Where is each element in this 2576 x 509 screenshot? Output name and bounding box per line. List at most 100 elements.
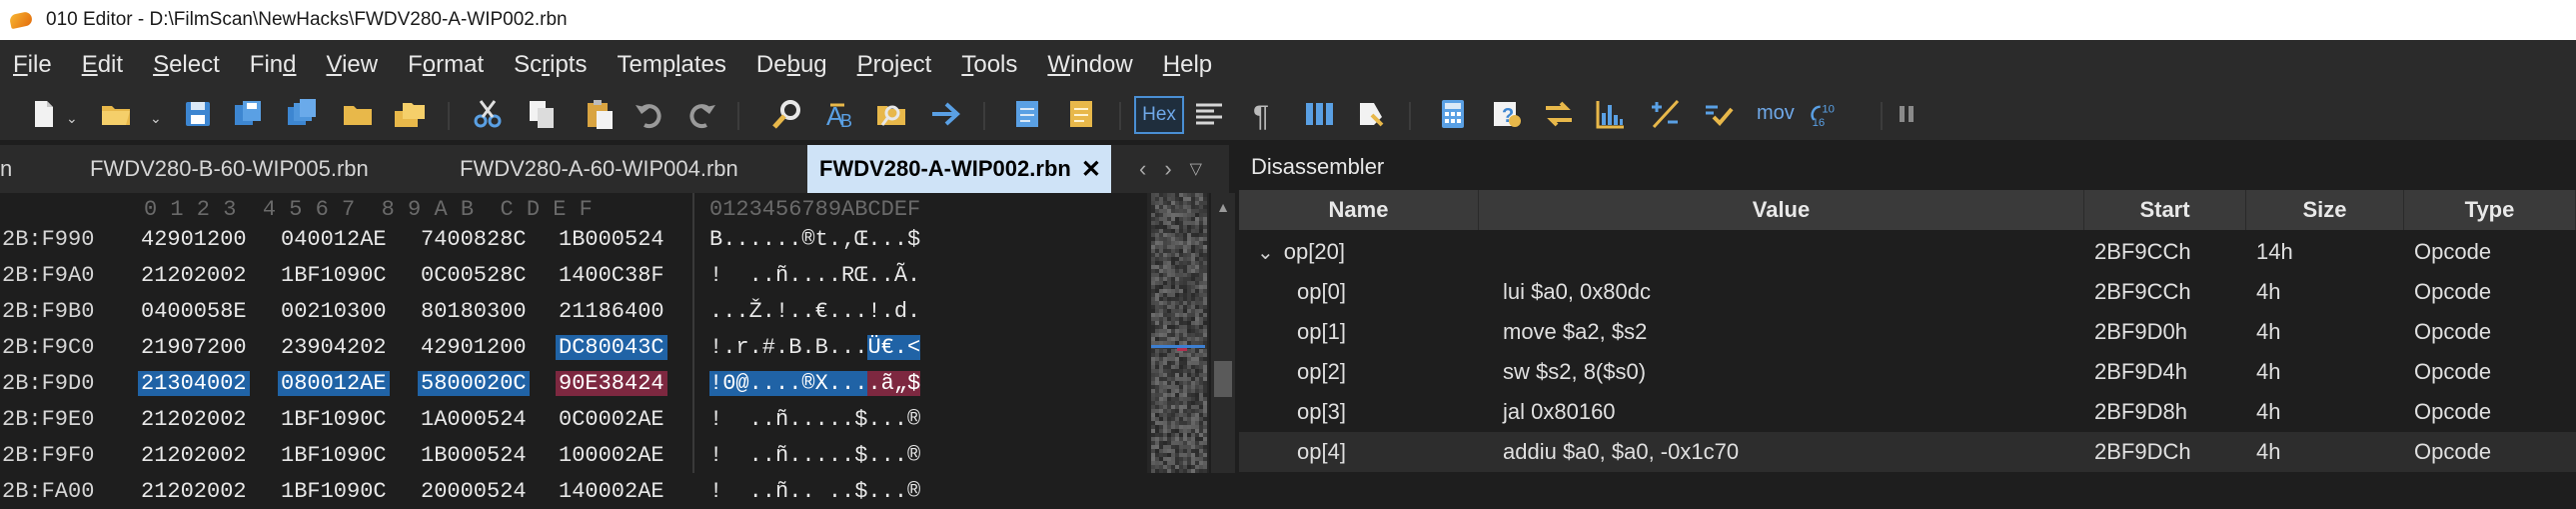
text-mode-icon[interactable] xyxy=(1191,96,1227,132)
ascii-text[interactable]: !0@....®X....ã„$ xyxy=(709,370,921,396)
hex-word[interactable]: 1BF1090C xyxy=(278,407,390,432)
chevron-down-icon[interactable]: ⌄ xyxy=(1257,240,1274,265)
save-all-icon[interactable] xyxy=(284,96,320,132)
vertical-scrollbar[interactable]: ▲ xyxy=(1211,193,1235,473)
copy-icon[interactable] xyxy=(524,96,560,132)
hex-word[interactable]: 1BF1090C xyxy=(278,479,390,504)
open-folder-icon[interactable] xyxy=(98,96,134,132)
table-row[interactable]: op[3] jal 0x80160 2BF9D8h 4h Opcode xyxy=(1239,392,2576,432)
ascii-text[interactable]: ! ..ñ....RŒ..Ã. xyxy=(709,263,920,288)
table-row[interactable]: op[4] addiu $a0, $a0, -0x1c70 2BF9DCh 4h Opc… xyxy=(1239,432,2576,472)
menu-help[interactable]: Help xyxy=(1163,51,1212,79)
chevron-left-icon[interactable]: ‹ xyxy=(1139,156,1146,182)
menu-file[interactable]: File xyxy=(13,51,52,79)
column-header-type[interactable]: Type xyxy=(2404,190,2576,230)
menu-scripts[interactable]: Scripts xyxy=(514,51,587,79)
scroll-thumb[interactable] xyxy=(1214,361,1232,397)
paragraph-icon[interactable]: ¶ xyxy=(1245,96,1281,132)
hex-word[interactable]: 1BF1090C xyxy=(278,263,390,288)
menu-format[interactable]: Format xyxy=(408,51,484,79)
hex-word[interactable]: 100002AE xyxy=(556,443,667,468)
table-row[interactable]: op[2] sw $s2, 8($s0) 2BF9D4h 4h Opcode xyxy=(1239,352,2576,392)
open-dropdown-icon[interactable]: ⌄ xyxy=(150,110,162,127)
menu-find[interactable]: Find xyxy=(250,51,297,79)
ascii-text[interactable]: ! ..ñ.. ..$...® xyxy=(709,479,920,504)
table-row[interactable]: ⌄ op[20] 2BF9CCh 14h Opcode xyxy=(1239,232,2576,272)
hex-word[interactable]: 21186400 xyxy=(556,299,667,324)
hex-word[interactable]: 20000524 xyxy=(418,479,530,504)
tab-file[interactable]: FWDV280-A-60-WIP004.rbn xyxy=(460,145,738,193)
undo-icon[interactable] xyxy=(632,96,667,132)
hex-word[interactable]: 42901200 xyxy=(138,227,250,252)
mov-disassembler-toggle[interactable]: mov xyxy=(1757,102,1795,125)
run-check-icon[interactable] xyxy=(1701,96,1737,132)
chevron-down-icon[interactable]: ▽ xyxy=(1190,159,1202,179)
file-minimap[interactable] xyxy=(1147,193,1209,473)
scroll-up-arrow-icon[interactable]: ▲ xyxy=(1211,199,1235,217)
hex-word[interactable]: 0400058E xyxy=(138,299,250,324)
run-template-icon[interactable] xyxy=(1009,96,1045,132)
checksum-icon[interactable] xyxy=(1647,96,1683,132)
hex-word[interactable]: 040012AE xyxy=(278,227,390,252)
hex-word[interactable]: 21907200 xyxy=(138,335,250,360)
menu-project[interactable]: Project xyxy=(857,51,932,79)
ascii-text[interactable]: !.r.#.B.B...Ü€.< xyxy=(709,334,921,360)
hex-word[interactable]: 7400828C xyxy=(418,227,530,252)
menu-window[interactable]: Window xyxy=(1047,51,1132,79)
table-row[interactable]: op[1] move $a2, $s2 2BF9D0h 4h Opcode xyxy=(1239,312,2576,352)
highlight-icon[interactable] xyxy=(1353,96,1389,132)
close-icon[interactable]: ✕ xyxy=(1081,155,1101,184)
menu-templates[interactable]: Templates xyxy=(617,51,725,79)
calculator-icon[interactable] xyxy=(1435,96,1471,132)
column-header-size[interactable]: Size xyxy=(2246,190,2404,230)
hex-word[interactable]: 1B000524 xyxy=(418,443,530,468)
histogram-icon[interactable] xyxy=(1593,96,1629,132)
hex-word[interactable]: 23904202 xyxy=(278,335,390,360)
table-row[interactable]: op[0] lui $a0, 0x80dc 2BF9CCh 4h Opcode xyxy=(1239,272,2576,312)
menu-edit[interactable]: Edit xyxy=(82,51,123,79)
find-in-files-icon[interactable] xyxy=(873,96,909,132)
column-header-value[interactable]: Value xyxy=(1479,190,2084,230)
open-project-icon[interactable] xyxy=(340,96,376,132)
paste-icon[interactable] xyxy=(582,96,618,132)
menu-view[interactable]: View xyxy=(326,51,378,79)
compare-icon[interactable] xyxy=(1541,96,1577,132)
save-as-icon[interactable] xyxy=(230,96,266,132)
hex-word[interactable]: 080012AE xyxy=(278,370,390,396)
column-header-start[interactable]: Start xyxy=(2084,190,2246,230)
hex-word[interactable]: 21202002 xyxy=(138,443,250,468)
ascii-text[interactable]: ! ..ñ.....$...® xyxy=(709,407,920,432)
base-convert-icon[interactable]: 10 16 xyxy=(1807,96,1849,132)
workspace-icon[interactable] xyxy=(392,96,428,132)
hex-word[interactable]: 1B000524 xyxy=(556,227,667,252)
menu-select[interactable]: Select xyxy=(153,51,220,79)
cut-icon[interactable] xyxy=(470,96,506,132)
new-file-dropdown-icon[interactable]: ⌄ xyxy=(66,110,78,127)
hex-word[interactable]: 1BF1090C xyxy=(278,443,390,468)
save-icon[interactable] xyxy=(180,96,216,132)
hex-word[interactable]: 80180300 xyxy=(418,299,530,324)
chevron-right-icon[interactable]: › xyxy=(1164,156,1171,182)
hex-word[interactable]: 0C00528C xyxy=(418,263,530,288)
pause-icon[interactable] xyxy=(1889,96,1925,132)
run-script-icon[interactable] xyxy=(1063,96,1099,132)
replace-icon[interactable]: AB xyxy=(821,96,857,132)
hex-mode-toggle[interactable]: Hex xyxy=(1134,96,1184,134)
hex-word[interactable]: 21304002 xyxy=(138,370,250,396)
ascii-text[interactable]: B......®t.‚Œ...$ xyxy=(709,227,920,252)
menu-debug[interactable]: Debug xyxy=(756,51,827,79)
redo-icon[interactable] xyxy=(683,96,719,132)
tab-clipped[interactable]: n xyxy=(0,145,12,193)
menu-tools[interactable]: Tools xyxy=(961,51,1017,79)
columns-icon[interactable] xyxy=(1301,96,1337,132)
tab-file[interactable]: FWDV280-B-60-WIP005.rbn xyxy=(90,145,369,193)
ascii-text[interactable]: ...Ž.!..€...!.d. xyxy=(709,299,920,324)
hex-word[interactable]: 42901200 xyxy=(418,335,530,360)
hex-word[interactable]: 140002AE xyxy=(556,479,667,504)
hex-word[interactable]: 21202002 xyxy=(138,479,250,504)
hex-word[interactable]: 00210300 xyxy=(278,299,390,324)
find-icon[interactable] xyxy=(769,96,805,132)
hex-word[interactable]: 0C0002AE xyxy=(556,407,667,432)
hex-word[interactable]: 21202002 xyxy=(138,407,250,432)
hex-word[interactable]: 90E38424 xyxy=(556,370,667,396)
